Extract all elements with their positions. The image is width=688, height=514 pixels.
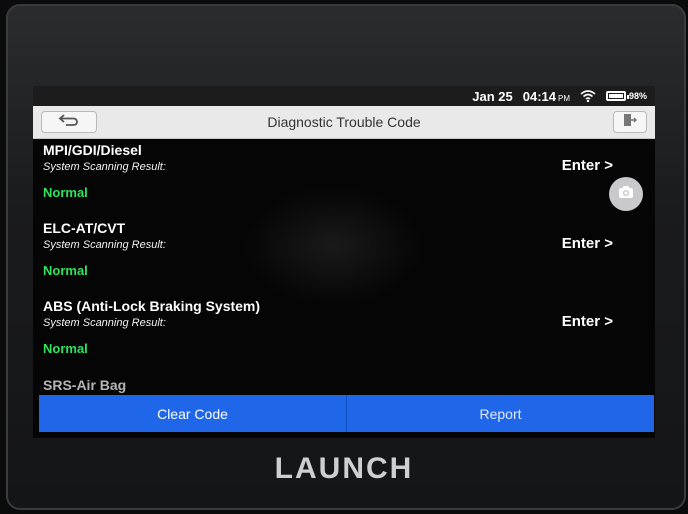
system-name: MPI/GDI/Diesel [43,142,142,158]
enter-button[interactable]: Enter > [562,157,613,174]
system-subtitle: System Scanning Result: [43,161,166,173]
bottom-action-bar: Clear Code Report [39,395,654,432]
status-time: 04:14 PM [522,88,570,104]
battery-percent: 98% [628,91,647,101]
system-status: Normal [43,263,88,278]
back-button[interactable] [41,111,97,133]
system-list: MPI/GDI/Diesel System Scanning Result: N… [33,139,655,394]
system-status: Normal [43,341,88,356]
battery: 98% [605,91,647,101]
system-item-srs[interactable]: SRS-Air Bag [33,373,655,393]
page-title: Diagnostic Trouble Code [267,114,421,130]
camera-icon [618,185,634,204]
system-name: ELC-AT/CVT [43,220,126,236]
system-status: Normal [43,185,88,200]
clear-code-button[interactable]: Clear Code [39,395,347,432]
system-name: ABS (Anti-Lock Braking System) [43,298,261,314]
enter-button[interactable]: Enter > [562,313,613,330]
battery-icon [605,91,629,101]
system-item-elc[interactable]: ELC-AT/CVT System Scanning Result: Norma… [33,217,655,295]
title-bar: Diagnostic Trouble Code [33,106,655,139]
status-date: Jan 25 [472,88,513,104]
report-button[interactable]: Report [347,395,654,432]
brand-logo: LAUNCH [274,452,414,485]
system-subtitle: System Scanning Result: [43,239,166,251]
screen: Jan 25 04:14 PM 98% Diagnostic Trouble C… [33,86,655,438]
status-ampm: PM [557,93,570,103]
status-bar: Jan 25 04:14 PM 98% [33,86,655,106]
exit-button[interactable] [613,111,647,133]
system-item-mpi[interactable]: MPI/GDI/Diesel System Scanning Result: N… [33,139,655,217]
system-name: SRS-Air Bag [43,377,127,393]
back-arrow-icon [58,113,80,132]
system-subtitle: System Scanning Result: [43,317,166,329]
screenshot-button[interactable] [609,177,643,211]
system-item-abs[interactable]: ABS (Anti-Lock Braking System) System Sc… [33,295,655,373]
exit-icon [623,113,638,132]
enter-button[interactable]: Enter > [562,235,613,252]
wifi-icon [580,90,596,103]
